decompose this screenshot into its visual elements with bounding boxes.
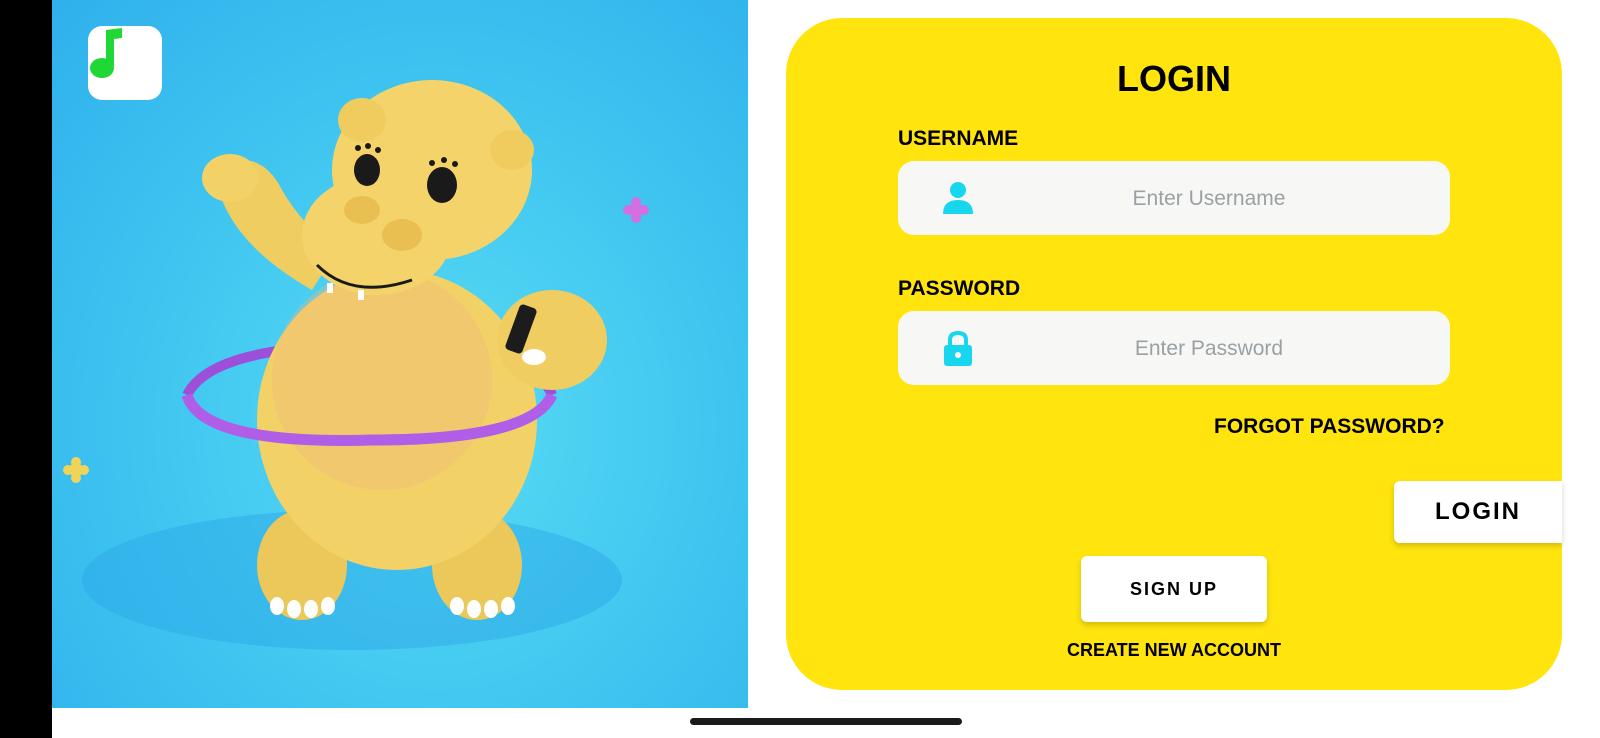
username-label: USERNAME <box>898 127 1019 150</box>
music-note-icon <box>90 28 122 78</box>
lock-icon <box>944 330 972 366</box>
left-black-bar <box>0 0 52 738</box>
username-field[interactable] <box>898 161 1450 237</box>
forgot-password-link[interactable]: FORGOT PASSWORD? <box>1214 415 1445 439</box>
create-new-account-text: CREATE NEW ACCOUNT <box>1067 640 1281 660</box>
login-title: LOGIN <box>1117 58 1231 99</box>
sparkle-purple <box>623 197 649 223</box>
music-app-icon <box>88 26 162 100</box>
user-icon <box>943 182 973 214</box>
login-card: LOGIN USERNAME PASSWORD FORGOT PASSWORD?… <box>786 18 1562 690</box>
password-label: PASSWORD <box>898 277 1021 300</box>
login-screen: LOGIN USERNAME PASSWORD FORGOT PASSWORD?… <box>0 0 1600 738</box>
password-input[interactable] <box>988 311 1430 387</box>
password-field[interactable] <box>898 311 1450 387</box>
sparkle-yellow <box>63 457 89 483</box>
sign-up-button[interactable]: SIGN UP <box>1081 556 1267 622</box>
login-button[interactable]: LOGIN <box>1394 481 1562 543</box>
hippo-hula-hoop-illustration <box>63 80 649 650</box>
hero-illustration-panel <box>52 0 748 708</box>
username-input[interactable] <box>988 161 1430 237</box>
home-indicator-bar[interactable] <box>690 718 962 725</box>
